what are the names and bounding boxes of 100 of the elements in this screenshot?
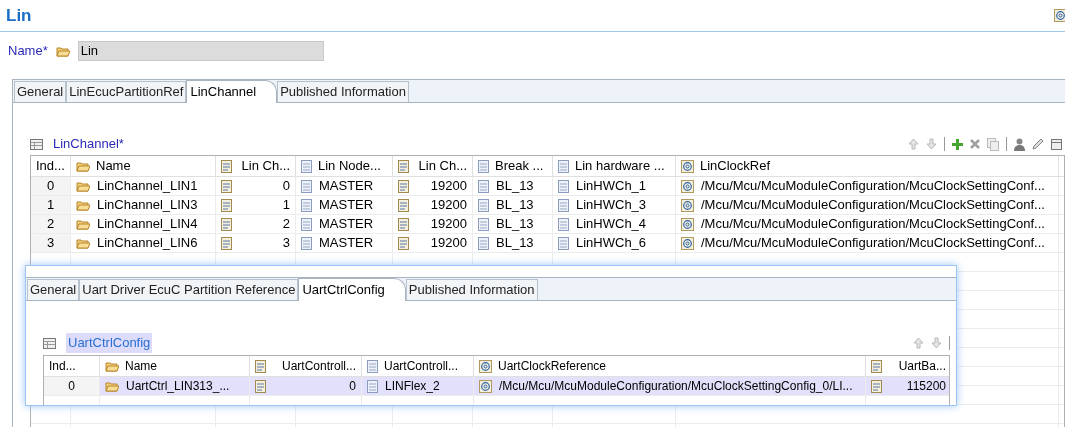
tab[interactable]: General xyxy=(14,81,67,102)
document-icon xyxy=(478,179,489,193)
table-title: LinChannel* xyxy=(53,135,124,154)
column-header[interactable]: Ind... xyxy=(44,356,100,376)
edit-table-icon[interactable] xyxy=(1051,138,1063,150)
table-row[interactable]: 3 LinChannel_LIN6 3 MASTER 19200 BL_13 LinHWCh_6 /Mcu/Mcu/McuModuleConfiguration/McuClockSettingConf... xyxy=(31,234,1064,253)
column-header[interactable]: Break ... xyxy=(473,156,553,176)
column-header[interactable]: Lin hardware ... xyxy=(553,156,676,176)
column-header[interactable]: Name xyxy=(100,356,250,376)
table-cell: 19200 xyxy=(393,177,473,195)
copy-icon[interactable] xyxy=(987,137,999,151)
table-row[interactable]: 0 LinChannel_LIN1 0 MASTER 19200 BL_13 LinHWCh_1 /Mcu/Mcu/McuModuleConfiguration/McuClockSettingConf... xyxy=(31,177,1064,196)
number-icon xyxy=(221,179,232,193)
pencil-icon[interactable] xyxy=(1032,138,1044,150)
column-header[interactable]: Lin Ch... xyxy=(216,156,296,176)
field-label: Name* xyxy=(8,42,48,61)
table-cell: BL_13 xyxy=(473,177,553,195)
tab[interactable]: Published Information xyxy=(405,279,538,300)
number-icon xyxy=(221,198,232,212)
document-icon xyxy=(301,236,312,250)
folder-icon xyxy=(76,180,90,192)
document-icon xyxy=(367,379,378,393)
document-icon xyxy=(478,236,489,250)
table-title: UartCtrlConfig xyxy=(66,333,153,353)
document-icon xyxy=(558,179,569,193)
tab[interactable]: Uart Driver EcuC Partition Reference xyxy=(79,279,299,300)
tab[interactable]: Published Information xyxy=(277,81,409,102)
tab[interactable]: LinChannel xyxy=(186,80,278,103)
table-cell: 3 xyxy=(216,234,296,252)
table-cell: 0 xyxy=(31,177,71,195)
table-cell: MASTER xyxy=(296,196,393,214)
page-title: Lin xyxy=(6,4,32,27)
table-cell: BL_13 xyxy=(473,196,553,214)
document-icon xyxy=(558,198,569,212)
tab[interactable]: General xyxy=(27,279,80,300)
table-icon xyxy=(30,138,43,150)
table-row[interactable]: 2 LinChannel_LIN4 2 MASTER 19200 BL_13 LinHWCh_4 /Mcu/Mcu/McuModuleConfiguration/McuClockSettingConf... xyxy=(31,215,1064,234)
number-icon xyxy=(398,159,409,173)
number-icon xyxy=(398,198,409,212)
table-cell: 19200 xyxy=(393,196,473,214)
column-header[interactable]: Lin Node... xyxy=(296,156,393,176)
table-cell: 115200 xyxy=(866,377,949,395)
folder-icon xyxy=(55,45,70,57)
document-icon xyxy=(478,217,489,231)
table-cell: 19200 xyxy=(393,234,473,252)
arrow-up-icon[interactable] xyxy=(913,337,924,349)
table-cell: 1 xyxy=(216,196,296,214)
table-cell: LinHWCh_4 xyxy=(553,215,676,233)
table-cell: /Mcu/Mcu/McuModuleConfiguration/McuClockSettingConfig_0/LI... xyxy=(474,377,866,395)
name-field[interactable]: Lin xyxy=(77,41,324,61)
number-icon xyxy=(398,236,409,250)
table-cell: 0 xyxy=(216,177,296,195)
table-cell: /Mcu/Mcu/McuModuleConfiguration/McuClockSettingConf... xyxy=(676,215,1059,233)
document-icon xyxy=(558,236,569,250)
document-icon xyxy=(301,159,312,173)
table-cell: BL_13 xyxy=(473,215,553,233)
table-cell: 0 xyxy=(44,377,100,395)
table-cell: /Mcu/Mcu/McuModuleConfiguration/McuClockSettingConf... xyxy=(676,234,1059,252)
table-cell: 2 xyxy=(216,215,296,233)
document-icon xyxy=(478,159,489,173)
table-cell: /Mcu/Mcu/McuModuleConfiguration/McuClockSettingConf... xyxy=(676,177,1059,195)
delete-icon[interactable] xyxy=(970,139,980,149)
number-icon xyxy=(871,359,882,373)
number-icon xyxy=(398,217,409,231)
table-cell: LinHWCh_3 xyxy=(553,196,676,214)
table-cell: MASTER xyxy=(296,177,393,195)
table-cell: UartCtrl_LIN313_... xyxy=(100,377,250,395)
folder-icon xyxy=(76,218,90,230)
number-icon xyxy=(255,359,266,373)
column-header[interactable]: UartControll... xyxy=(250,356,362,376)
arrow-down-icon[interactable] xyxy=(931,337,942,349)
number-icon xyxy=(255,379,266,393)
document-icon xyxy=(558,217,569,231)
column-header[interactable]: UartClockReference xyxy=(474,356,866,376)
folder-icon xyxy=(76,199,90,211)
table-row[interactable]: 0 UartCtrl_LIN313_... 0 LINFlex_2 /Mcu/Mcu/McuModuleConfiguration/McuClockSettingConfig_0/LI... 115200 xyxy=(44,377,949,396)
table-cell: /Mcu/Mcu/McuModuleConfiguration/McuClockSettingConf... xyxy=(676,196,1059,214)
number-icon xyxy=(221,217,232,231)
column-header[interactable]: UartControll... xyxy=(362,356,474,376)
folder-icon xyxy=(76,160,90,172)
table-cell: 19200 xyxy=(393,215,473,233)
folder-icon xyxy=(105,360,119,372)
column-header[interactable]: UartBa... xyxy=(866,356,949,376)
tab[interactable]: UartCtrlConfig xyxy=(298,278,406,301)
user-icon[interactable] xyxy=(1014,137,1025,151)
arrow-down-icon[interactable] xyxy=(926,138,937,150)
table-cell: 2 xyxy=(31,215,71,233)
number-icon xyxy=(221,236,232,250)
column-header[interactable]: LinClockRef xyxy=(676,156,1059,176)
table-cell: LinHWCh_1 xyxy=(553,177,676,195)
column-header[interactable]: Ind... xyxy=(31,156,71,176)
document-icon xyxy=(301,198,312,212)
table-cell: 3 xyxy=(31,234,71,252)
table-row[interactable]: 1 LinChannel_LIN3 1 MASTER 19200 BL_13 LinHWCh_3 /Mcu/Mcu/McuModuleConfiguration/McuClockSettingConf... xyxy=(31,196,1064,215)
tab[interactable]: LinEcucPartitionRef xyxy=(66,81,187,102)
add-icon[interactable] xyxy=(952,138,963,150)
table-cell: 1 xyxy=(31,196,71,214)
column-header[interactable]: Lin Ch... xyxy=(393,156,473,176)
arrow-up-icon[interactable] xyxy=(908,138,919,150)
column-header[interactable]: Name xyxy=(71,156,216,176)
